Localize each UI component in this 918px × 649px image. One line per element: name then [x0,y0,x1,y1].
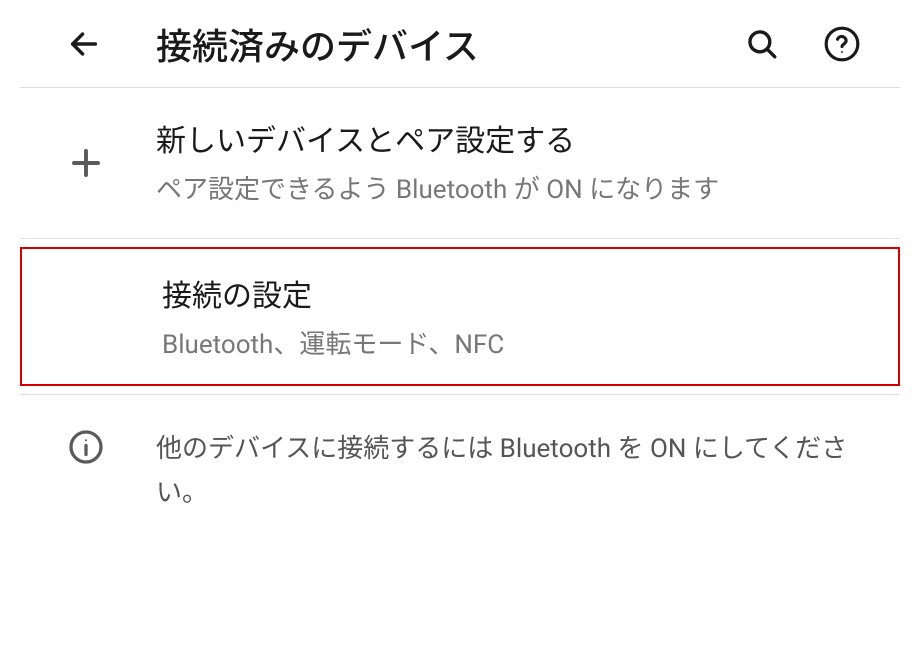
pair-row-subtitle: ペア設定できるよう Bluetooth が ON になります [156,170,876,210]
pair-row-title: 新しいデバイスとペア設定する [156,116,876,160]
search-icon [745,27,779,61]
app-bar: 接続済みのデバイス [20,0,900,88]
connection-prefs-row[interactable]: 接続の設定 Bluetooth、運転モード、NFC [20,247,900,385]
back-arrow-icon [67,27,101,61]
pair-new-device-row[interactable]: 新しいデバイスとペア設定する ペア設定できるよう Bluetooth が ON … [20,88,900,239]
bluetooth-info-row: 他のデバイスに接続するには Bluetooth を ON にしてください。 [20,395,900,543]
help-icon [823,25,861,63]
prefs-row-content: 接続の設定 Bluetooth、運転モード、NFC [62,271,898,365]
page-title: 接続済みのデバイス [156,18,740,70]
header-actions [740,22,900,66]
search-button[interactable] [740,22,784,66]
add-icon-wrapper [60,116,156,210]
prefs-row-subtitle: Bluetooth、運転モード、NFC [162,325,874,365]
prefs-row-title: 接続の設定 [162,271,874,315]
info-icon [68,429,104,465]
help-button[interactable] [820,22,864,66]
settings-page: 接続済みのデバイス [20,0,900,543]
plus-icon [68,145,104,181]
info-text: 他のデバイスに接続するには Bluetooth を ON にしてください。 [156,427,900,515]
info-icon-wrapper [60,427,156,515]
pair-row-content: 新しいデバイスとペア設定する ペア設定できるよう Bluetooth が ON … [156,116,900,210]
back-button[interactable] [60,20,108,68]
